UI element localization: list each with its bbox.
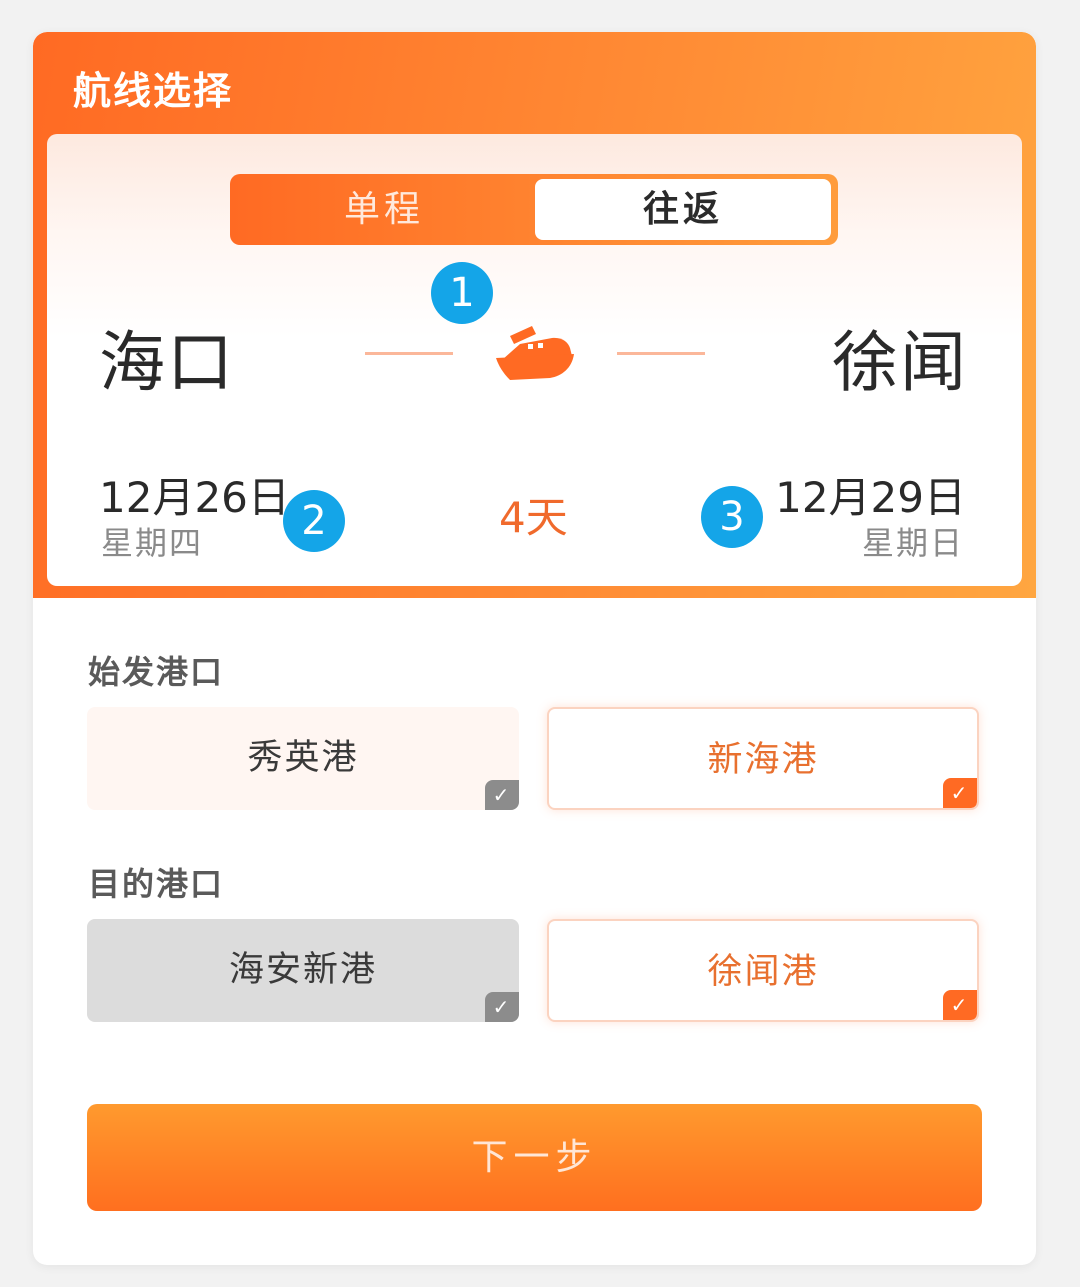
departure-city[interactable]: 海口: [99, 309, 235, 405]
return-weekday: 星期日: [861, 524, 964, 562]
depart-date[interactable]: 12月26日: [99, 464, 290, 525]
header: 航线选择 单程 往返 1 海口 徐闻 12月26日 星期四 2 4天 3 12月…: [33, 32, 1036, 598]
port-name: 徐闻港: [707, 952, 819, 992]
route-panel: 单程 往返 1 海口 徐闻 12月26日 星期四 2 4天 3 12月29日 星…: [47, 134, 1022, 586]
check-icon: ✓: [943, 990, 977, 1020]
annotation-badge-3: 3: [701, 486, 763, 548]
port-option-xinhai[interactable]: 新海港 ✓: [547, 707, 979, 810]
route-line-left: [365, 352, 453, 355]
port-name: 秀英港: [247, 738, 359, 778]
trip-type-toggle: 单程 往返: [230, 174, 838, 245]
page-title: 航线选择: [73, 69, 234, 113]
trip-duration: 4天: [499, 493, 568, 542]
port-name: 新海港: [707, 740, 819, 780]
depart-weekday: 星期四: [101, 524, 204, 562]
check-icon: ✓: [485, 992, 519, 1022]
return-date[interactable]: 12月29日: [775, 464, 966, 525]
tab-round-trip[interactable]: 往返: [535, 179, 831, 240]
route-line-right: [617, 352, 705, 355]
port-name: 海安新港: [228, 950, 377, 990]
port-option-xuwen[interactable]: 徐闻港 ✓: [547, 919, 979, 1022]
check-icon: ✓: [485, 780, 519, 810]
destination-port-label: 目的港口: [88, 865, 225, 903]
annotation-badge-2: 2: [283, 490, 345, 552]
departure-port-label: 始发港口: [88, 653, 225, 691]
route-selection-card: 航线选择 单程 往返 1 海口 徐闻 12月26日 星期四 2 4天 3 12月…: [33, 32, 1036, 1265]
check-icon: ✓: [943, 778, 977, 808]
next-button[interactable]: 下一步: [87, 1104, 982, 1211]
tab-one-way[interactable]: 单程: [235, 179, 533, 240]
port-option-xiuying[interactable]: 秀英港 ✓: [87, 707, 519, 810]
port-option-haian[interactable]: 海安新港 ✓: [87, 919, 519, 1022]
annotation-badge-1: 1: [431, 262, 493, 324]
ship-icon: [496, 326, 574, 380]
arrival-city[interactable]: 徐闻: [832, 309, 968, 405]
